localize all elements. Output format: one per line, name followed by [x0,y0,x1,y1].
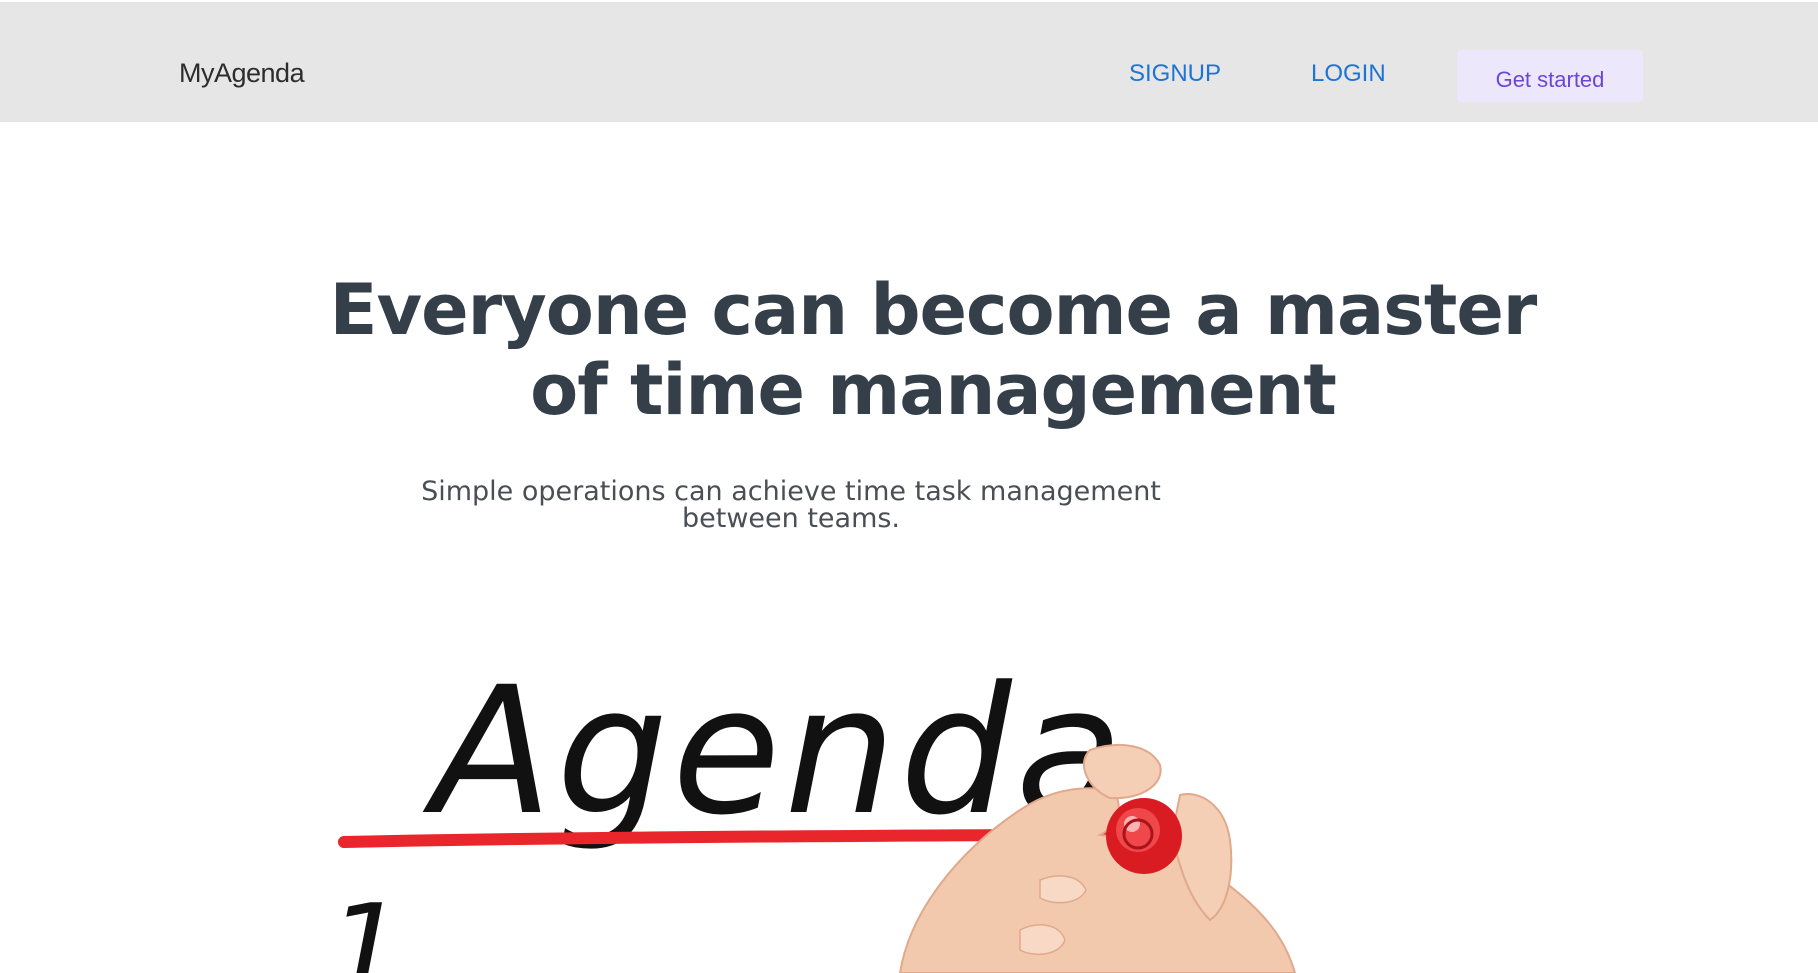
top-navbar: MyAgenda SIGNUP LOGIN Get started [0,0,1818,122]
handwritten-number-text: 1 [328,880,404,973]
hero-subtitle: Simple operations can achieve time task … [421,476,1161,534]
navbar-top-border [0,0,1818,2]
login-link[interactable]: LOGIN [1311,60,1386,88]
brand-logo[interactable]: MyAgenda [179,58,305,89]
hero-title: Everyone can become a master of time man… [329,269,1538,431]
agenda-hero-image: Agenda 1 [320,640,1340,973]
get-started-button[interactable]: Get started [1457,50,1643,102]
red-marker-icon [1106,798,1182,874]
signup-link[interactable]: SIGNUP [1129,60,1221,88]
agenda-illustration: Agenda 1 [328,649,1297,973]
